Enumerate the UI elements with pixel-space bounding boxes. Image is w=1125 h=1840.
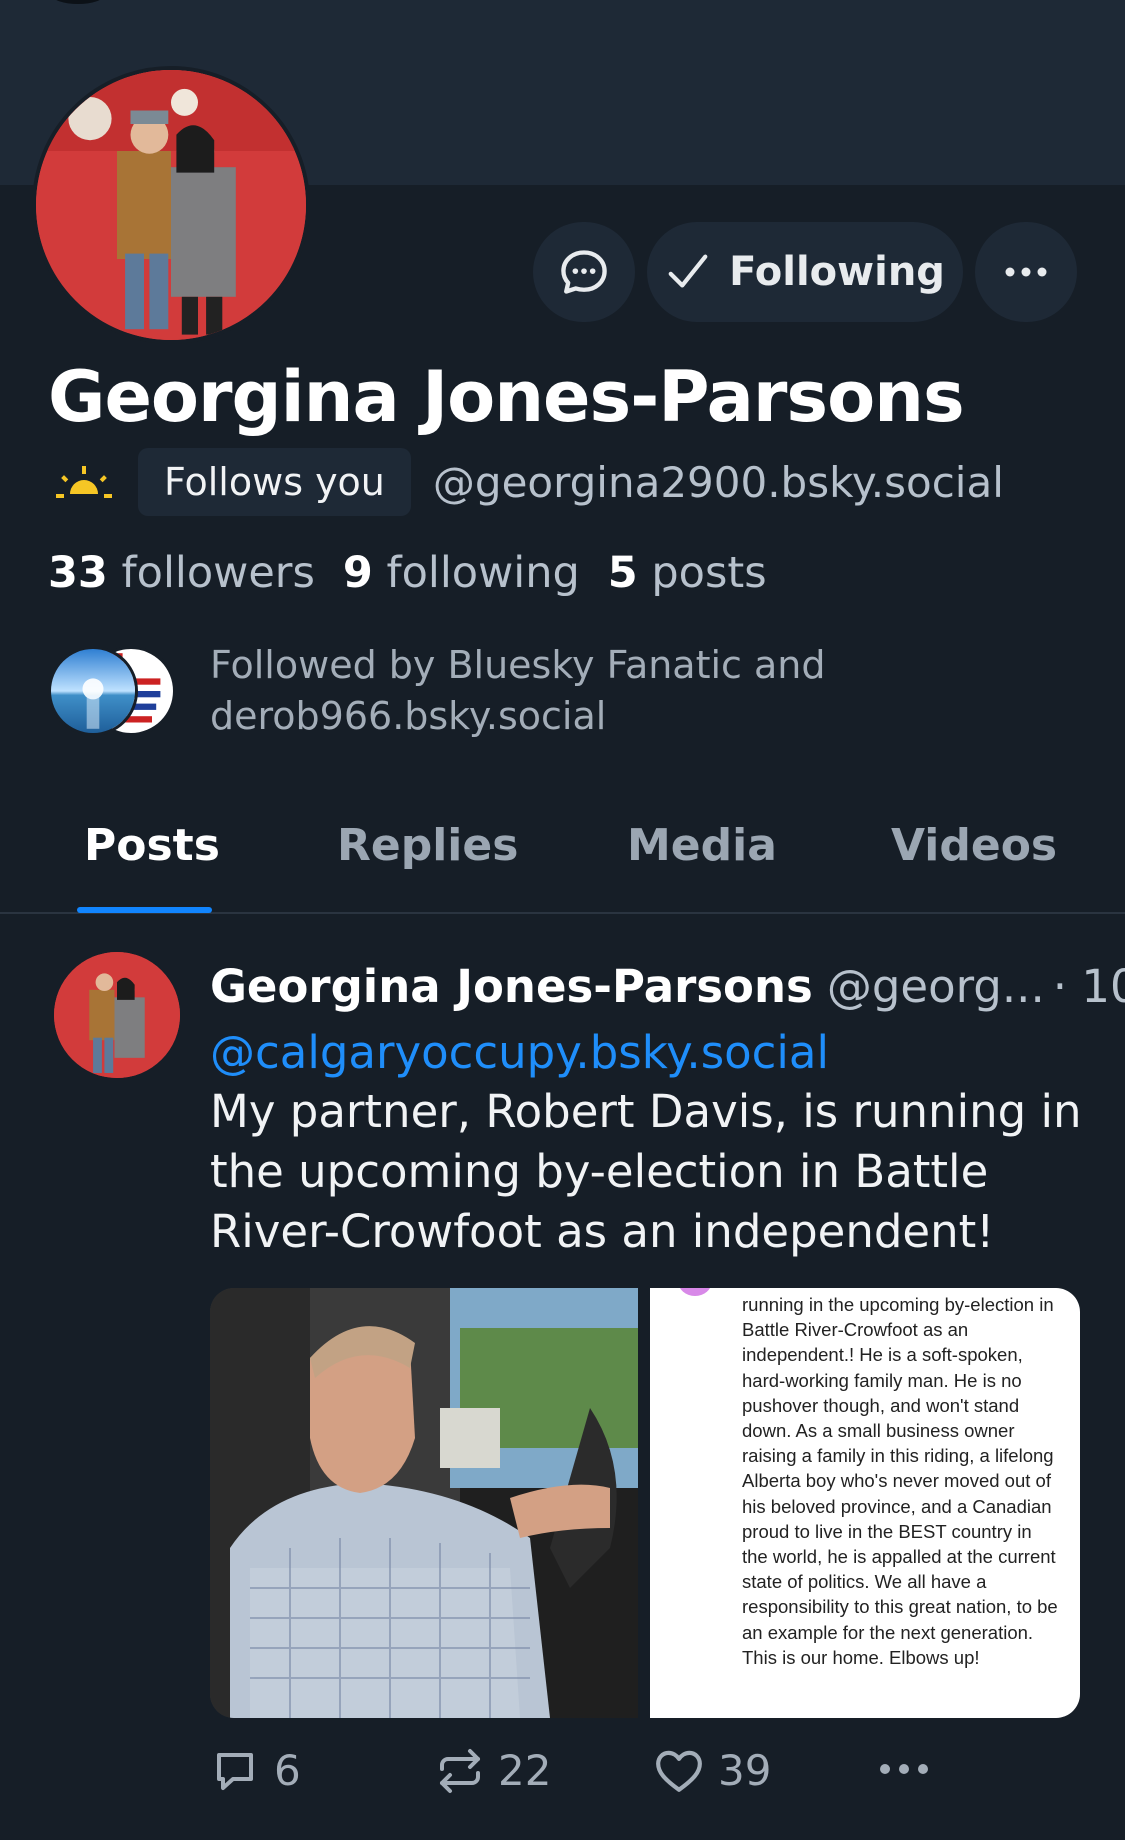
post-image-1[interactable]: [210, 1288, 638, 1718]
followed-by-line-2: derob966.bsky.social: [210, 694, 607, 738]
tab-media[interactable]: Media: [627, 820, 777, 871]
reply-count: 6: [274, 1746, 301, 1795]
repost-button[interactable]: 22: [436, 1746, 551, 1795]
ellipsis-icon: [1005, 267, 1047, 277]
like-count: 39: [718, 1746, 772, 1795]
profile-display-name: Georgina Jones-Parsons: [48, 356, 965, 438]
followers-stat[interactable]: 33 followers: [48, 548, 315, 598]
post-image-gallery: running in the upcoming by-election in B…: [210, 1288, 1080, 1718]
posts-label: posts: [651, 548, 767, 598]
post-author-avatar[interactable]: [54, 952, 180, 1078]
reply-icon: [217, 1752, 253, 1790]
handle-row: Follows you @georgina2900.bsky.social: [52, 448, 1004, 516]
post-ellipsis-icon: [880, 1764, 928, 1774]
message-button[interactable]: [533, 222, 635, 322]
follower-avatar-1-image: [51, 649, 135, 733]
reply-button[interactable]: 6: [210, 1746, 301, 1795]
following-count: 9: [342, 548, 373, 598]
heart-icon: [656, 1750, 702, 1792]
sun-emoji-icon: [56, 466, 112, 498]
posts-stat: 5 posts: [608, 548, 767, 598]
post-author-name[interactable]: Georgina Jones-Parsons: [210, 960, 813, 1013]
followers-count: 33: [48, 548, 108, 598]
profile-stats: 33 followers 9 following 5 posts: [48, 548, 767, 598]
repost-icon: [440, 1748, 480, 1793]
post-header: Georgina Jones-Parsons @georg... · 10h: [210, 960, 1125, 1013]
repost-count: 22: [498, 1746, 552, 1795]
image-decoration: [678, 1288, 712, 1296]
post-timestamp[interactable]: · 10h: [1053, 960, 1125, 1013]
following-button-label: Following: [729, 249, 945, 295]
checkmark-icon: [668, 254, 708, 288]
like-button[interactable]: 39: [654, 1746, 771, 1795]
post-author-handle[interactable]: @georg...: [827, 960, 1045, 1013]
post-avatar-photo: [54, 952, 180, 1078]
followed-by-line-1: Followed by Bluesky Fanatic and: [210, 643, 826, 687]
tab-posts[interactable]: Posts: [84, 820, 220, 871]
follows-you-badge: Follows you: [138, 448, 411, 516]
post-more-button[interactable]: [878, 1762, 930, 1776]
post-body-text: My partner, Robert Davis, is running in …: [210, 1085, 1082, 1258]
profile-handle: @georgina2900.bsky.social: [432, 457, 1004, 507]
following-stat[interactable]: 9 following: [343, 548, 580, 598]
avatar-photo: [36, 70, 306, 340]
known-followers-avatars: [48, 646, 176, 736]
tab-videos[interactable]: Videos: [891, 820, 1057, 871]
followers-label: followers: [121, 548, 315, 598]
followed-by-row[interactable]: Followed by Bluesky Fanatic and derob966…: [48, 640, 826, 742]
post-image-2[interactable]: running in the upcoming by-election in B…: [650, 1288, 1080, 1718]
following-label: following: [386, 548, 580, 598]
tab-replies[interactable]: Replies: [337, 820, 518, 871]
chat-bubble-icon: [561, 250, 607, 294]
active-tab-indicator: [77, 907, 212, 913]
banner-decoration: [52, 0, 104, 4]
profile-actions: Following: [533, 222, 1077, 322]
post-image-2-text: running in the upcoming by-election in B…: [742, 1294, 1058, 1668]
follower-avatar-1: [48, 646, 138, 736]
man-in-car-photo: [210, 1288, 638, 1718]
posts-count: 5: [607, 548, 638, 598]
more-options-button[interactable]: [975, 222, 1077, 322]
following-button[interactable]: Following: [647, 222, 963, 322]
post-mention-link[interactable]: @calgaryoccupy.bsky.social: [210, 1026, 829, 1079]
profile-avatar[interactable]: [32, 66, 310, 344]
followed-by-text: Followed by Bluesky Fanatic and derob966…: [210, 640, 826, 742]
profile-tabs: Posts Replies Media Videos: [0, 790, 1125, 914]
post-actions: 6 22 39: [210, 1746, 1090, 1806]
